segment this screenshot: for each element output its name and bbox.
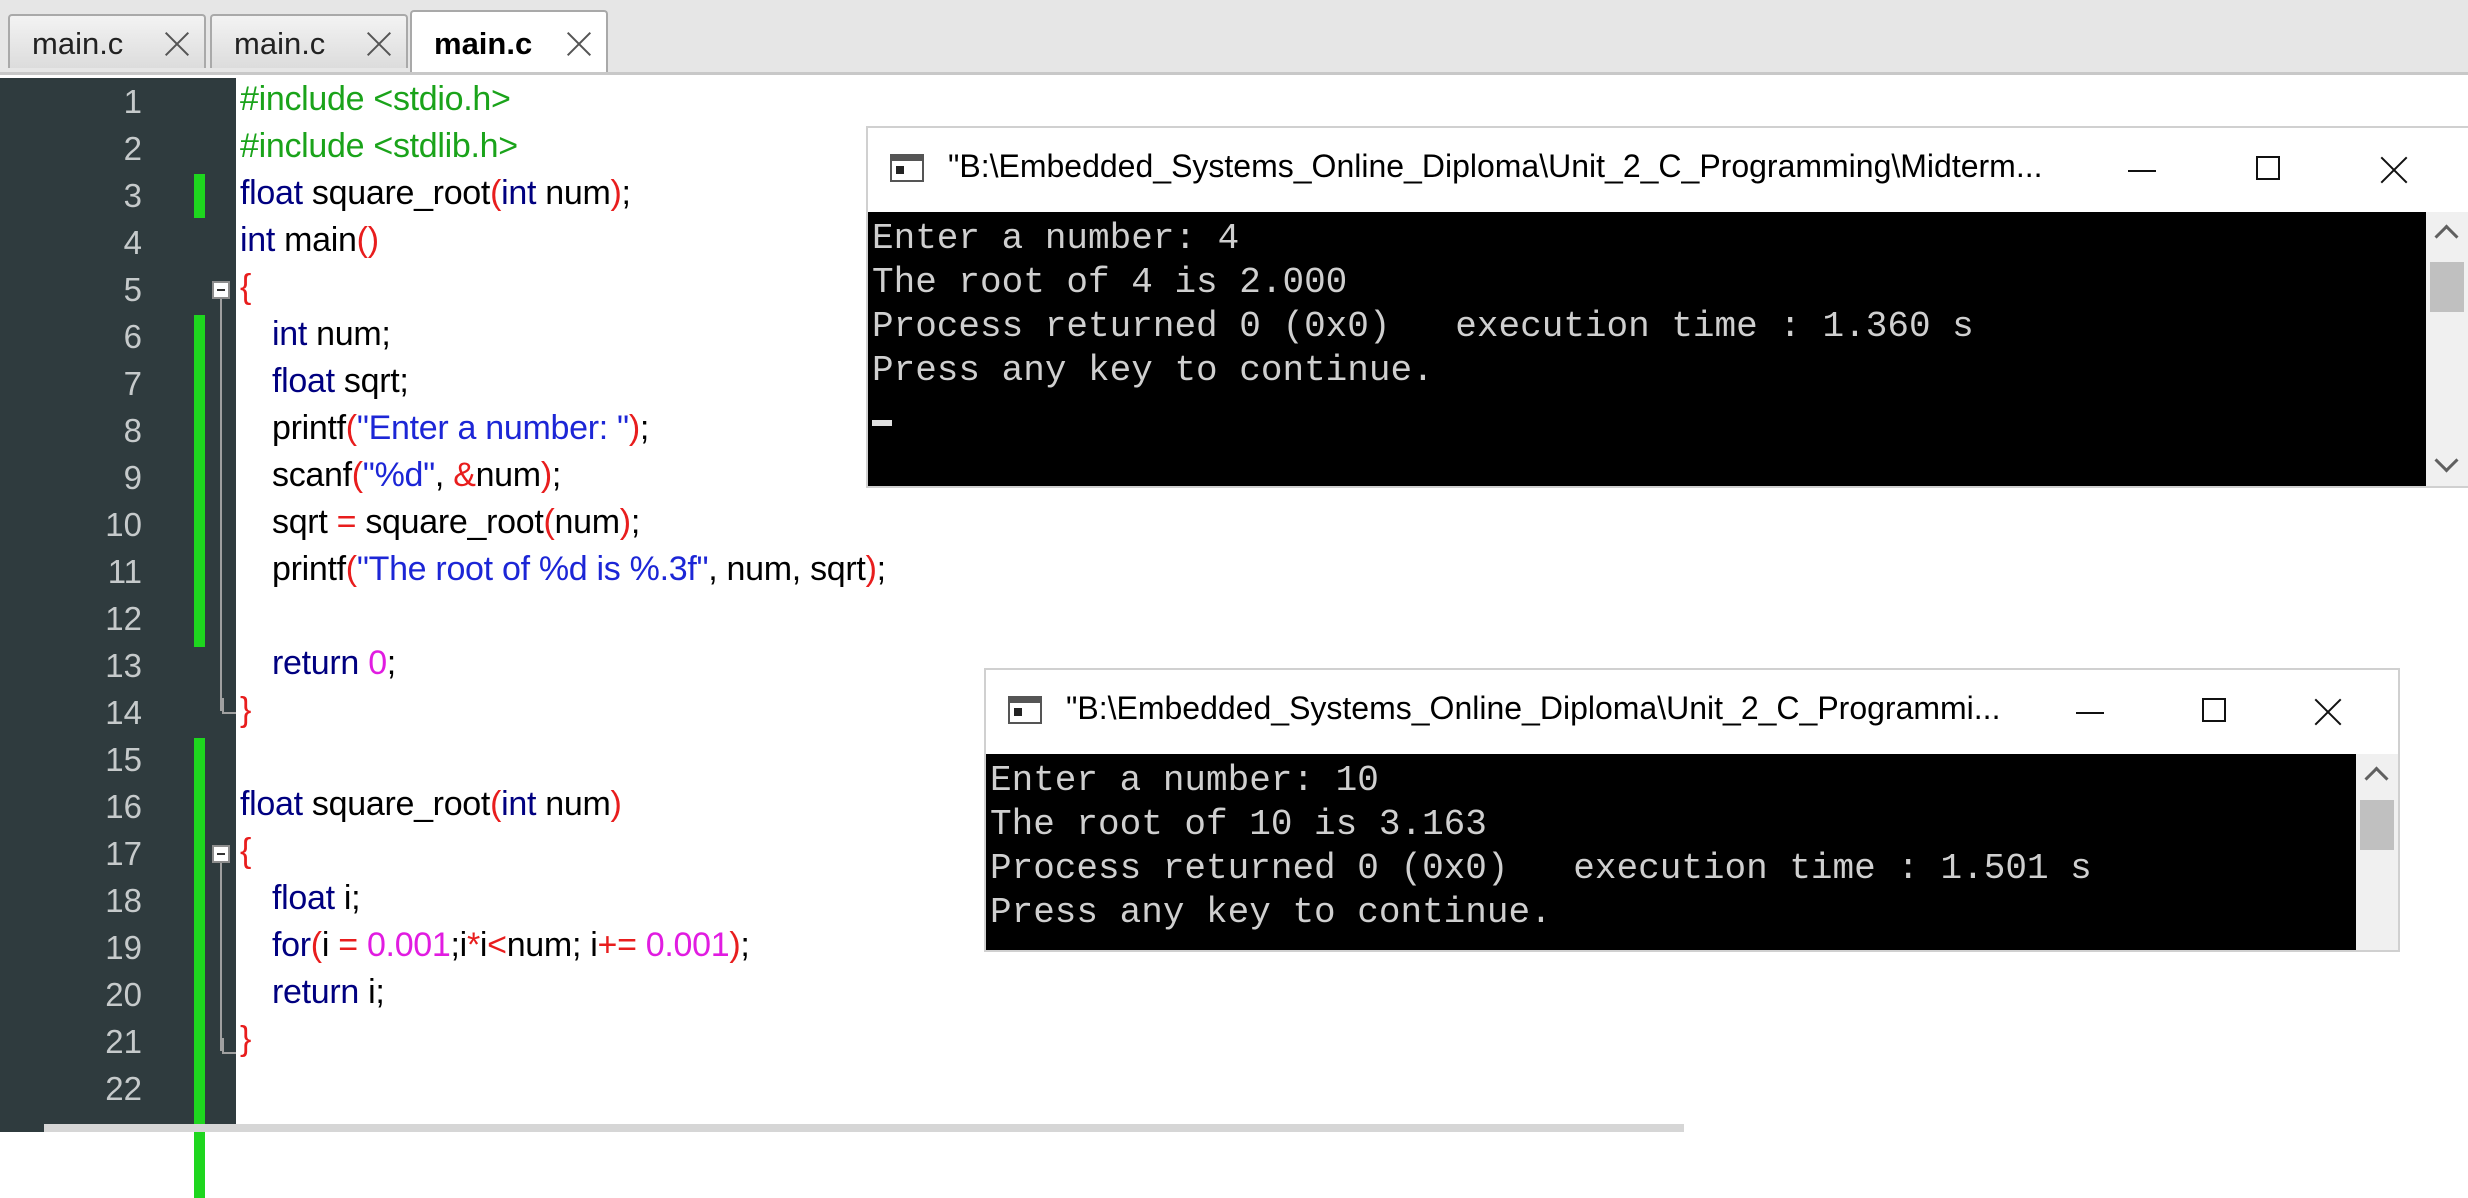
- code-text: float sqrt;: [272, 362, 409, 400]
- code-text: }: [240, 1020, 252, 1058]
- code-text: int num;: [272, 315, 391, 353]
- code-text: return 0;: [272, 644, 396, 682]
- scroll-up-icon[interactable]: [2364, 766, 2389, 791]
- code-line-19: for(i = 0.001;i*i<num; i+= 0.001);: [272, 926, 750, 965]
- close-icon[interactable]: [2354, 128, 2434, 212]
- console-title: "B:\Embedded_Systems_Online_Diploma\Unit…: [1066, 690, 2001, 726]
- tab-label: main.c: [32, 26, 124, 61]
- minimize-icon[interactable]: [2100, 128, 2180, 212]
- code-text: }: [240, 691, 252, 729]
- console-window-2[interactable]: "B:\Embedded_Systems_Online_Diploma\Unit…: [986, 670, 2398, 950]
- console-app-icon: [1008, 696, 1042, 724]
- code-text: {: [240, 832, 252, 870]
- tab-main-c-2[interactable]: main.c: [210, 14, 408, 68]
- code-line-13: return 0;: [272, 644, 396, 683]
- console-line: The root of 4 is 2.000: [872, 262, 1348, 303]
- code-text: printf("The root of %d is %.3f", num, sq…: [272, 550, 886, 588]
- code-text: return i;: [272, 973, 385, 1011]
- minimize-icon[interactable]: [2048, 670, 2128, 754]
- code-text: #include <stdlib.h>: [240, 127, 518, 165]
- code-text: scanf("%d", &num);: [272, 456, 562, 494]
- code-text: for(i = 0.001;i*i<num; i+= 0.001);: [272, 926, 750, 964]
- tab-label: main.c: [434, 26, 533, 61]
- scroll-up-icon[interactable]: [2434, 224, 2459, 249]
- console-line: Press any key to continue.: [990, 892, 1552, 933]
- code-text: #include <stdio.h>: [240, 80, 511, 118]
- console-line: Enter a number: 10: [990, 760, 1379, 801]
- console-line: Press any key to continue.: [872, 350, 1434, 391]
- console-output: Enter a number: 4 The root of 4 is 2.000…: [868, 212, 2468, 486]
- code-text: {: [240, 268, 252, 306]
- console-line: Process returned 0 (0x0) execution time …: [872, 306, 1974, 347]
- code-line-3: float square_root(int num);: [240, 174, 631, 213]
- console-line: The root of 10 is 3.163: [990, 804, 1487, 845]
- code-text: int main(): [240, 221, 379, 259]
- code-line-20: return i;: [272, 973, 385, 1012]
- code-text: float i;: [272, 879, 361, 917]
- maximize-icon[interactable]: [2174, 670, 2254, 754]
- console-app-icon: [890, 154, 924, 182]
- code-line-18: float i;: [272, 879, 361, 918]
- code-line-4: int main(): [240, 221, 379, 260]
- code-line-9: scanf("%d", &num);: [272, 456, 561, 495]
- code-text: sqrt = square_root(num);: [272, 503, 640, 541]
- text-cursor: [872, 420, 892, 426]
- vertical-scrollbar[interactable]: [2356, 754, 2398, 950]
- tab-main-c-active[interactable]: main.c: [410, 10, 608, 72]
- console-window-1[interactable]: "B:\Embedded_Systems_Online_Diploma\Unit…: [868, 128, 2468, 486]
- console-line: Process returned 0 (0x0) execution time …: [990, 848, 2092, 889]
- code-line-1: #include <stdio.h>: [240, 80, 511, 119]
- scroll-down-icon[interactable]: [2434, 448, 2459, 473]
- code-line-2: #include <stdlib.h>: [240, 127, 518, 166]
- code-line-8: printf("Enter a number: ");: [272, 409, 649, 448]
- code-line-17: {: [240, 832, 251, 871]
- code-line-14: }: [240, 691, 251, 730]
- console-titlebar[interactable]: "B:\Embedded_Systems_Online_Diploma\Unit…: [986, 670, 2398, 754]
- close-icon[interactable]: [566, 30, 592, 56]
- code-line-16: float square_root(int num): [240, 785, 622, 824]
- code-text: printf("Enter a number: ");: [272, 409, 649, 447]
- code-line-21: }: [240, 1020, 251, 1059]
- close-icon[interactable]: [366, 30, 392, 56]
- close-icon[interactable]: [164, 30, 190, 56]
- horizontal-scrollbar[interactable]: [44, 1124, 1684, 1132]
- console-title: "B:\Embedded_Systems_Online_Diploma\Unit…: [948, 148, 2043, 184]
- console-output: Enter a number: 10 The root of 10 is 3.1…: [986, 754, 2398, 950]
- code-line-7: float sqrt;: [272, 362, 409, 401]
- scroll-thumb[interactable]: [2360, 800, 2394, 850]
- scroll-thumb[interactable]: [2430, 262, 2464, 312]
- maximize-icon[interactable]: [2228, 128, 2308, 212]
- code-line-11: printf("The root of %d is %.3f", num, sq…: [272, 550, 886, 589]
- console-titlebar[interactable]: "B:\Embedded_Systems_Online_Diploma\Unit…: [868, 128, 2468, 212]
- tab-main-c-1[interactable]: main.c: [8, 14, 206, 68]
- tab-bar: main.c main.c main.c: [0, 0, 2468, 75]
- code-line-5: {: [240, 268, 251, 307]
- code-text: float square_root(int num);: [240, 174, 631, 212]
- tab-label: main.c: [234, 26, 326, 61]
- code-line-10: sqrt = square_root(num);: [272, 503, 640, 542]
- close-icon[interactable]: [2288, 670, 2368, 754]
- code-text: float square_root(int num): [240, 785, 622, 823]
- vertical-scrollbar[interactable]: [2426, 212, 2468, 486]
- code-line-6: int num;: [272, 315, 391, 354]
- console-line: Enter a number: 4: [872, 218, 1240, 259]
